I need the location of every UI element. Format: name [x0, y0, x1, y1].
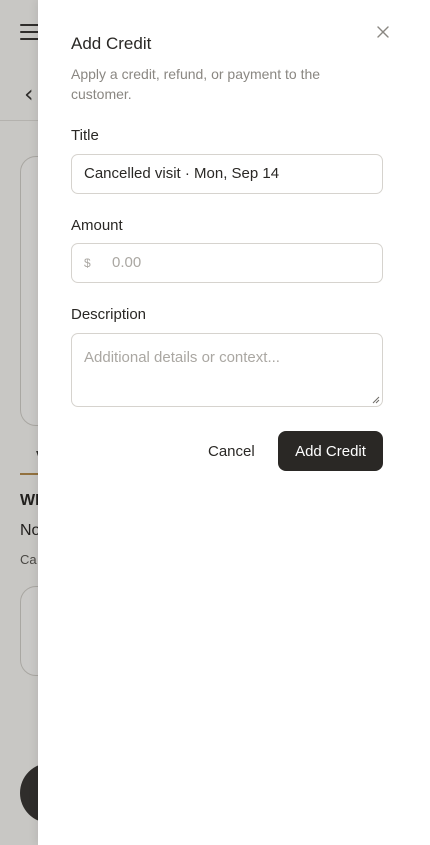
- cancel-button[interactable]: Cancel: [208, 443, 255, 460]
- resize-handle-icon[interactable]: [372, 396, 380, 404]
- description-label: Description: [71, 306, 147, 323]
- amount-placeholder: 0.00: [112, 254, 142, 271]
- description-textarea[interactable]: Additional details or context...: [71, 333, 383, 407]
- currency-symbol: $: [84, 256, 91, 270]
- description-placeholder: Additional details or context...: [84, 349, 280, 366]
- add-credit-drawer: Add Credit Apply a credit, refund, or pa…: [38, 0, 430, 845]
- title-input[interactable]: Cancelled visit · Mon, Sep 14: [71, 154, 383, 194]
- drawer-subtitle: Apply a credit, refund, or payment to th…: [71, 66, 321, 102]
- add-credit-button[interactable]: Add Credit: [278, 431, 383, 471]
- title-label: Title: [71, 127, 99, 144]
- close-icon[interactable]: [373, 22, 393, 42]
- drawer-title: Add Credit: [71, 34, 152, 53]
- amount-input[interactable]: $ 0.00: [71, 243, 383, 283]
- amount-label: Amount: [71, 217, 123, 234]
